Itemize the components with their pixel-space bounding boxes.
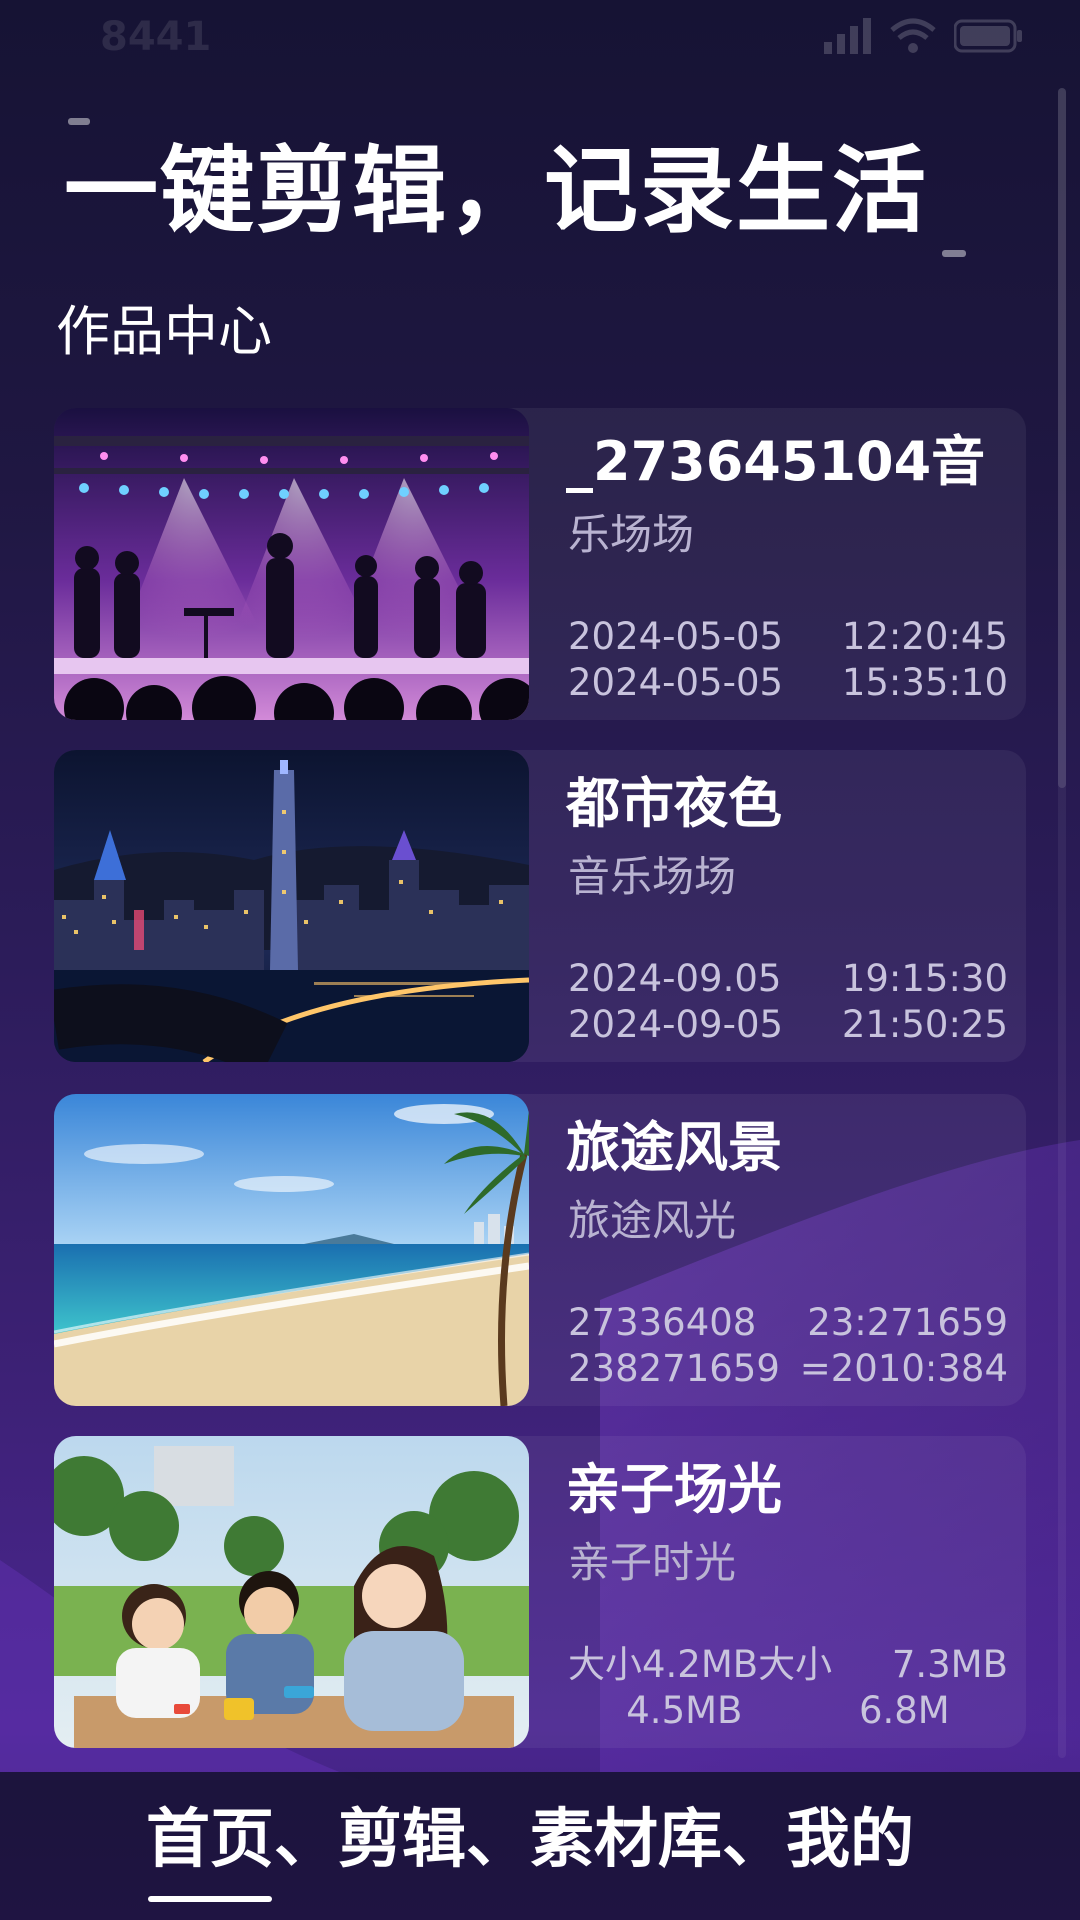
section-title: 作品中心 — [56, 300, 272, 363]
meta-date: 2024-05-05 — [568, 661, 784, 704]
meta-date: 2024-09-05 — [568, 1003, 784, 1046]
meta-date: 2024-05-05 — [568, 615, 784, 658]
meta-time: 21:50:25 — [841, 1003, 1008, 1046]
meta-size: 4.5MB — [626, 1689, 743, 1732]
battery-icon — [954, 19, 1022, 53]
status-time: 8441 — [100, 14, 212, 60]
work-meta: 大小4.2MB大小 7.3MB 4.5MB 6.8M — [568, 1642, 1008, 1734]
meta-line: 大小4.2MB大小 7.3MB — [568, 1642, 1008, 1688]
meta-line: 2024-05-05 12:20:45 — [568, 614, 1008, 660]
active-tab-indicator — [148, 1896, 272, 1902]
meta-value: 238271659 — [568, 1347, 780, 1390]
meta-line: 2024-09-05 21:50:25 — [568, 1002, 1008, 1048]
meta-value: =2010:384 — [799, 1347, 1008, 1390]
work-card[interactable]: 亲子场光 亲子时光 大小4.2MB大小 7.3MB 4.5MB 6.8M — [54, 1436, 1026, 1748]
work-title: 旅途风景 — [566, 1116, 782, 1179]
work-card[interactable]: _273645104音 乐场场 2024-05-05 12:20:45 2024… — [54, 408, 1026, 720]
work-title: _273645104音 — [566, 430, 986, 493]
work-subtitle: 音乐场场 — [568, 852, 737, 901]
meta-time: 19:15:30 — [841, 957, 1008, 1000]
work-meta: 2024-09.05 19:15:30 2024-09-05 21:50:25 — [568, 956, 1008, 1048]
status-icons — [824, 18, 1024, 54]
work-meta: 2024-05-05 12:20:45 2024-05-05 15:35:10 — [568, 614, 1008, 706]
work-card[interactable]: 旅途风景 旅途风光 27336408 23:271659 238271659 =… — [54, 1094, 1026, 1406]
meta-line: 2024-09.05 19:15:30 — [568, 956, 1008, 1002]
meta-line: 27336408 23:271659 — [568, 1300, 1008, 1346]
meta-time: 15:35:10 — [841, 661, 1008, 704]
scrollbar-thumb[interactable] — [1058, 88, 1066, 788]
meta-value: 23:271659 — [807, 1301, 1008, 1344]
work-thumbnail-city[interactable] — [54, 750, 529, 1062]
meta-time: 12:20:45 — [841, 615, 1008, 658]
work-subtitle: 旅途风光 — [568, 1196, 737, 1245]
concert-stage-photo — [54, 408, 529, 720]
wifi-icon — [890, 18, 936, 53]
work-thumbnail-concert[interactable] — [54, 408, 529, 720]
decorative-dash — [942, 250, 966, 257]
work-title: 亲子场光 — [566, 1458, 782, 1521]
meta-line: 238271659 =2010:384 — [568, 1346, 1008, 1392]
bottom-nav: 首页、剪辑、素材库、我的 — [0, 1772, 1080, 1920]
scrollbar[interactable] — [1058, 88, 1066, 1758]
meta-size: 7.3MB — [891, 1643, 1008, 1686]
meta-size: 大小4.2MB大小 — [568, 1643, 833, 1686]
meta-value: 27336408 — [568, 1301, 757, 1344]
work-subtitle: 乐场场 — [568, 510, 695, 559]
work-meta: 27336408 23:271659 238271659 =2010:384 — [568, 1300, 1008, 1392]
work-thumbnail-beach[interactable] — [54, 1094, 529, 1406]
meta-line: 4.5MB 6.8M — [568, 1688, 1008, 1734]
family-children-photo — [54, 1436, 529, 1748]
status-bar: 8441 — [0, 0, 1080, 80]
meta-size: 6.8M — [858, 1689, 950, 1732]
page-title: 一键剪辑，记录生活 — [64, 137, 929, 246]
work-thumbnail-family[interactable] — [54, 1436, 529, 1748]
signal-icon — [824, 18, 871, 54]
work-subtitle: 亲子时光 — [568, 1538, 737, 1587]
city-night-skyline-photo — [54, 750, 529, 1062]
work-title: 都市夜色 — [566, 772, 782, 835]
decorative-dash — [68, 118, 90, 125]
work-card[interactable]: 都市夜色 音乐场场 2024-09.05 19:15:30 2024-09-05… — [54, 750, 1026, 1062]
bottom-nav-tabs[interactable]: 首页、剪辑、素材库、我的 — [146, 1802, 914, 1879]
meta-date: 2024-09.05 — [568, 957, 782, 1000]
beach-landscape-photo — [54, 1094, 529, 1406]
meta-line: 2024-05-05 15:35:10 — [568, 660, 1008, 706]
